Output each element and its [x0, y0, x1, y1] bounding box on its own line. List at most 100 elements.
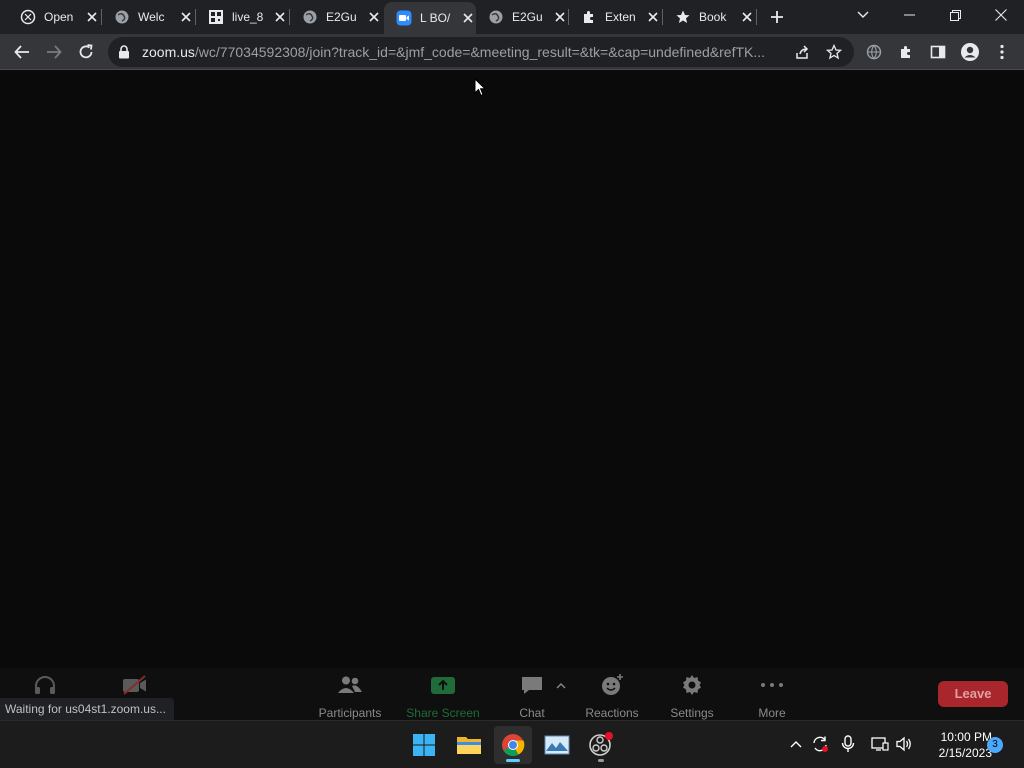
close-window-button[interactable] [978, 0, 1024, 30]
reload-button[interactable] [72, 38, 100, 66]
forward-button[interactable] [40, 38, 68, 66]
tab-title: Open [44, 10, 74, 24]
windows-logo-icon [413, 734, 435, 756]
sync-tray-button[interactable] [809, 733, 831, 755]
chrome-taskbar-button[interactable] [494, 726, 532, 764]
tab-title: live_8 [232, 10, 264, 24]
close-icon[interactable] [739, 9, 755, 25]
close-icon[interactable] [272, 9, 288, 25]
tab-5[interactable]: E2Gu [476, 4, 568, 30]
more-label: More [758, 706, 786, 720]
chevron-up-icon [790, 741, 802, 748]
windows-taskbar: 10:00 PM 2/15/2023 3 [0, 720, 1024, 768]
reactions-label: Reactions [585, 706, 639, 720]
participants-button[interactable]: Participants [305, 672, 395, 720]
notification-badge[interactable]: 3 [987, 737, 1003, 753]
settings-label: Settings [670, 706, 714, 720]
share-screen-button[interactable]: Share Screen [398, 672, 488, 720]
zoom-icon [396, 10, 412, 26]
headphones-icon [0, 672, 90, 698]
sync-icon [813, 736, 828, 752]
folder-icon [457, 737, 481, 754]
extensions-button[interactable] [892, 38, 920, 66]
tab-title: Welc [138, 10, 165, 24]
share-screen-label: Share Screen [406, 706, 480, 720]
photos-app-button[interactable] [538, 726, 576, 764]
cursor-arrow-icon [474, 77, 487, 97]
star-outline-icon [826, 44, 842, 60]
tab-search-button[interactable] [840, 0, 886, 30]
address-bar[interactable]: zoom.us/wc/77034592308/join?track_id=&jm… [108, 37, 854, 67]
volume-tray-button[interactable] [893, 733, 915, 755]
globe-icon [114, 9, 130, 25]
speaker-icon [896, 736, 911, 752]
clock-date: 2/15/2023 [938, 746, 992, 760]
new-tab-button[interactable] [766, 6, 788, 28]
back-button[interactable] [8, 38, 36, 66]
minimize-button[interactable] [886, 0, 932, 30]
url-host: zoom.us [142, 44, 195, 60]
tab-title: E2Gu [512, 10, 543, 24]
microphone-tray-button[interactable] [837, 733, 859, 755]
globe-icon [488, 9, 504, 25]
meeting-video-area [0, 71, 1024, 668]
side-panel-button[interactable] [924, 38, 952, 66]
forward-arrow-icon [47, 45, 62, 59]
share-page-button[interactable] [788, 38, 816, 66]
start-video-button[interactable] [90, 672, 180, 698]
minimize-icon [903, 14, 915, 16]
tab-title: Book [699, 10, 727, 24]
image-icon [544, 735, 570, 755]
mouse-cursor [474, 77, 487, 102]
join-audio-button[interactable] [0, 672, 90, 698]
microphone-icon [841, 735, 855, 752]
tab-7[interactable]: Book [663, 4, 755, 30]
tab-0[interactable]: Open [8, 4, 100, 30]
restore-button[interactable] [932, 0, 978, 30]
tab-strip: Open Welc live_8 E2Gu L BO/ E2Gu Exten B… [0, 0, 1024, 34]
profile-icon [961, 43, 979, 61]
network-tray-button[interactable] [869, 733, 891, 755]
tab-6[interactable]: Exten [569, 4, 661, 30]
chrome-menu-button[interactable] [988, 38, 1016, 66]
puzzle-icon [581, 9, 597, 25]
browser-toolbar: zoom.us/wc/77034592308/join?track_id=&jm… [0, 34, 1024, 70]
tab-1[interactable]: Welc [102, 4, 194, 30]
leave-button[interactable]: Leave [938, 681, 1008, 707]
more-dots-icon [727, 672, 817, 698]
reactions-button[interactable]: Reactions [567, 672, 657, 720]
profile-button[interactable] [956, 38, 984, 66]
openai-icon [20, 9, 36, 25]
chrome-icon [502, 734, 525, 756]
close-icon[interactable] [366, 9, 382, 25]
video-off-icon [90, 672, 180, 698]
file-explorer-button[interactable] [450, 726, 488, 764]
close-icon[interactable] [645, 9, 661, 25]
participants-label: Participants [318, 706, 382, 720]
url-path: /wc/77034592308/join?track_id=&jmf_code=… [194, 44, 766, 60]
tab-4-active[interactable]: L BO/ [384, 2, 476, 34]
show-hidden-icons-button[interactable] [785, 733, 807, 755]
back-arrow-icon [14, 45, 29, 59]
tab-title: E2Gu [326, 10, 357, 24]
taskbar-clock[interactable]: 10:00 PM 2/15/2023 [920, 729, 992, 761]
restore-icon [949, 9, 961, 21]
close-icon[interactable] [460, 10, 476, 26]
start-button[interactable] [405, 726, 443, 764]
vpn-extension-button[interactable] [860, 38, 888, 66]
close-icon[interactable] [84, 9, 100, 25]
gear-icon [647, 672, 737, 698]
bookmark-button[interactable] [820, 38, 848, 66]
tab-2[interactable]: live_8 [196, 4, 288, 30]
reactions-icon [567, 672, 657, 698]
more-button[interactable]: More [727, 672, 817, 720]
close-icon[interactable] [178, 9, 194, 25]
tab-title: L BO/ [420, 11, 451, 25]
close-icon[interactable] [552, 9, 568, 25]
tab-3[interactable]: E2Gu [290, 4, 382, 30]
qr-icon [208, 9, 224, 25]
settings-button[interactable]: Settings [647, 672, 737, 720]
browser-status-bubble: Waiting for us04st1.zoom.us... [0, 698, 174, 720]
reload-icon [79, 44, 93, 59]
obs-app-button[interactable] [582, 726, 620, 764]
